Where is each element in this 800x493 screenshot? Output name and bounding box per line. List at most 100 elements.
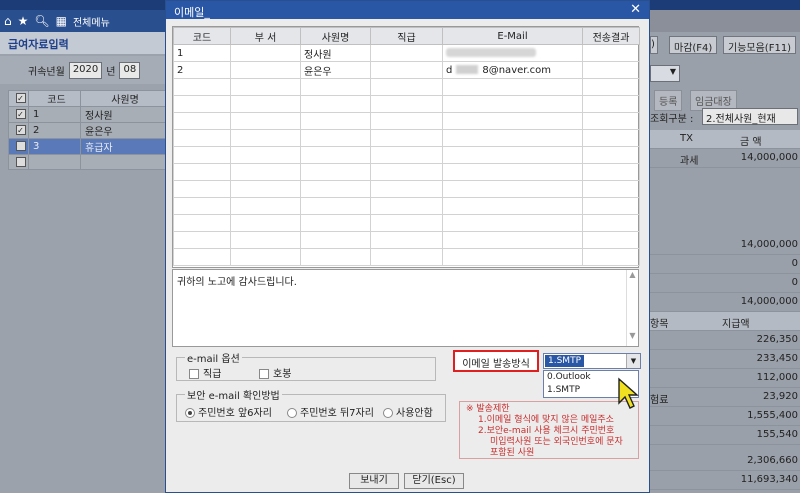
table-row[interactable]: ✓ 1 정사원: [8, 106, 166, 123]
redacted-part: [456, 65, 479, 74]
table-row[interactable]: 2 윤은우 d 8@naver.com: [173, 61, 640, 79]
dialog-title: 이메일_: [174, 6, 210, 19]
close-icon[interactable]: ✕: [630, 2, 641, 17]
table-row[interactable]: 1 정사원: [173, 44, 640, 62]
table-row[interactable]: [8, 154, 166, 170]
security-group: 보안 e-mail 확인방법 주민번호 앞6자리 주민번호 뒤7자리 사용안함: [176, 387, 446, 422]
employee-code: 3: [28, 138, 81, 155]
row-checkbox[interactable]: ✓: [15, 125, 26, 135]
total-row: 0: [650, 274, 800, 293]
column-header: 사원명: [80, 90, 166, 107]
amount-value: 14,000,000: [740, 152, 798, 163]
deduct-header: 항목 지급액: [650, 312, 800, 331]
tax-label: 과세: [680, 156, 699, 167]
year-input[interactable]: 2020: [68, 61, 103, 79]
right-panel: ) 마감(F4) 기능모음(F11) ▼ 등록 임금대장 조회구분 : 2.전체…: [650, 32, 800, 493]
send-method-value: 1.SMTP: [545, 355, 584, 367]
column-header: 사원명: [300, 27, 371, 45]
send-method-select[interactable]: 1.SMTP ▼: [543, 353, 641, 369]
radio-back7[interactable]: 주민번호 뒤7자리: [287, 404, 374, 419]
radio-none[interactable]: 사용안함: [383, 404, 433, 419]
radio-button[interactable]: [383, 408, 393, 418]
pay-grade-option[interactable]: 호봉: [259, 365, 291, 380]
deduct-row: 험료 23,920: [650, 388, 800, 407]
radio-front6[interactable]: 주민번호 앞6자리: [185, 404, 272, 419]
column-header: 전송결과: [582, 27, 640, 45]
email-dialog: 이메일_ ✕ 코드 부 서 사원명 직급 E-Mail 전송결과 1 정사원 2…: [165, 0, 650, 493]
row-checkbox[interactable]: [15, 156, 26, 167]
radio-button[interactable]: [287, 408, 297, 418]
all-menu-label[interactable]: 전체메뉴: [73, 14, 110, 29]
period-label: 귀속년월: [28, 66, 65, 78]
employee-name: 윤은우: [80, 122, 166, 139]
send-method-label: 이메일 발송방식: [453, 350, 539, 372]
year-unit: 년: [106, 66, 116, 78]
employee-code: 2: [28, 122, 81, 139]
scrollbar[interactable]: ▲ ▼: [626, 270, 638, 346]
chevron-down-icon[interactable]: ▼: [650, 65, 680, 82]
left-panel: 급여자료입력 귀속년월 2020 년 08 ✓ 코드 사원명 ✓ 1 정사원 ✓…: [0, 32, 166, 493]
prev-button[interactable]: ): [650, 36, 658, 54]
deduct-row: 226,350: [650, 331, 800, 350]
amount-row: 과세 14,000,000: [650, 149, 800, 168]
table-row[interactable]: ✓ 2 윤은우: [8, 122, 166, 139]
email-cell[interactable]: [442, 44, 583, 62]
dialog-title-bar[interactable]: 이메일_ ✕: [166, 1, 649, 19]
tools-button[interactable]: 기능모음(F11): [723, 36, 797, 54]
send-button[interactable]: 보내기: [349, 473, 399, 489]
checkbox[interactable]: [259, 369, 269, 379]
email-cell[interactable]: d 8@naver.com: [442, 61, 583, 79]
message-text: 귀하의 노고에 감사드립니다.: [177, 277, 297, 288]
star-icon[interactable]: ★: [18, 14, 29, 28]
amount-col-header: 금 액: [740, 137, 762, 148]
radio-button[interactable]: [185, 408, 195, 418]
tx-header: TX: [680, 133, 693, 144]
send-restriction-note: ※ 발송제한 1.이메일 형식에 맞지 않은 메일주소 2.보안e-mail 사…: [459, 401, 639, 459]
table-row[interactable]: 3 휴급자: [8, 138, 166, 155]
close-month-button[interactable]: 마감(F4): [669, 36, 718, 54]
security-legend: 보안 e-mail 확인방법: [185, 387, 282, 402]
column-header: E-Mail: [442, 27, 583, 45]
employee-code: 1: [28, 106, 81, 123]
filter-select[interactable]: 2.전체사원_현재: [702, 108, 798, 125]
dialog-button-row: 보내기 닫기(Esc): [166, 473, 649, 493]
period-filter: 귀속년월 2020 년 08: [0, 56, 166, 84]
email-grid: 코드 부 서 사원명 직급 E-Mail 전송결과 1 정사원 2 윤은우 d …: [172, 26, 640, 268]
mouse-cursor-icon: [618, 377, 639, 409]
column-header: 직급: [370, 27, 443, 45]
search-icon[interactable]: 🔍︎: [34, 14, 49, 28]
tab-register[interactable]: 등록: [654, 90, 683, 111]
deduct-row: 155,540: [650, 426, 800, 445]
row-checkbox[interactable]: [15, 141, 26, 151]
menu-icon[interactable]: ▦: [56, 14, 67, 28]
options-legend: e-mail 옵션: [185, 350, 242, 365]
sum-row: 11,693,340: [650, 471, 800, 490]
deduct-row: 233,450: [650, 350, 800, 369]
message-textarea[interactable]: 귀하의 노고에 감사드립니다. ▲ ▼: [172, 269, 639, 347]
total-row: 0: [650, 255, 800, 274]
deduct-row: 1,555,400: [650, 407, 800, 426]
amount-header: TX 금 액: [650, 130, 800, 149]
month-select[interactable]: 08: [119, 61, 141, 79]
row-checkbox[interactable]: ✓: [15, 109, 26, 119]
employee-name: 휴급자: [80, 138, 166, 155]
close-button[interactable]: 닫기(Esc): [404, 473, 464, 489]
check-all-header[interactable]: ✓: [8, 90, 29, 107]
checkbox-all[interactable]: ✓: [15, 93, 26, 103]
filter-label: 조회구분 :: [650, 114, 694, 125]
sum-row: 2,306,660: [650, 452, 800, 471]
column-header: 코드: [28, 90, 81, 107]
page-title: 급여자료입력: [0, 32, 166, 54]
home-icon[interactable]: ⌂: [4, 14, 12, 28]
employee-name: 정사원: [80, 106, 166, 123]
column-header: 부 서: [230, 27, 301, 45]
rank-option[interactable]: 직급: [189, 365, 221, 380]
deduct-row: 112,000: [650, 369, 800, 388]
grid-header: 코드 부 서 사원명 직급 E-Mail 전송결과: [173, 27, 640, 45]
email-options-group: e-mail 옵션 직급 호봉: [176, 350, 436, 381]
chevron-down-icon[interactable]: ▼: [626, 354, 640, 368]
nav-bar: ⌂ ★ 🔍︎ ▦ 전체메뉴: [0, 10, 170, 32]
checkbox[interactable]: [189, 369, 199, 379]
employee-table: ✓ 코드 사원명 ✓ 1 정사원 ✓ 2 윤은우 3 휴급자: [8, 90, 166, 170]
redacted-email: [446, 48, 536, 57]
